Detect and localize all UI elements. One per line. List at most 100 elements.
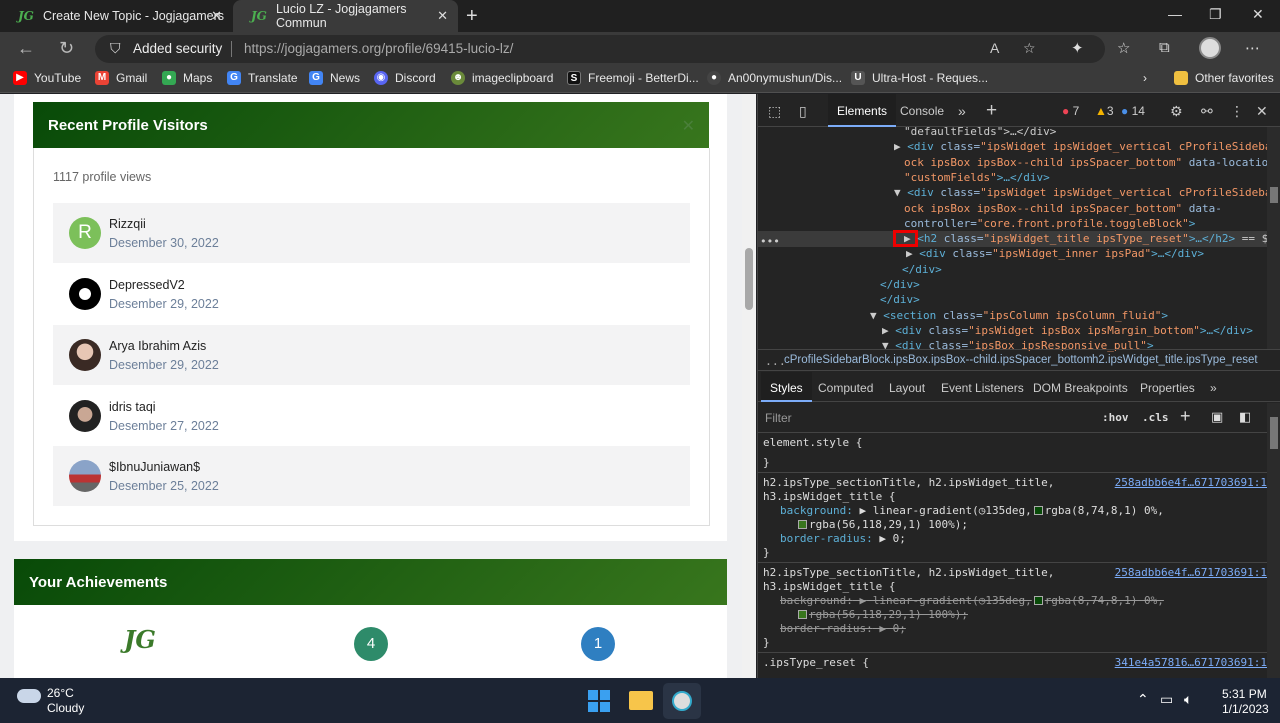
connection-icon[interactable]: ⚯ bbox=[1201, 103, 1213, 120]
avatar[interactable] bbox=[69, 278, 101, 310]
dom-node-line[interactable]: ▶ <div class="ipsWidget ipsWidget_vertic… bbox=[894, 139, 1280, 154]
close-icon[interactable]: ✕ bbox=[437, 8, 448, 24]
dom-node-line[interactable]: </div> bbox=[880, 292, 920, 307]
badge-count[interactable]: 4 bbox=[354, 627, 388, 661]
css-declaration-overridden[interactable]: background: ▶ linear-gradient(◷135deg, rg… bbox=[780, 594, 1164, 608]
refresh-icon[interactable]: ↻ bbox=[59, 38, 74, 59]
bookmark-freemoji[interactable]: S Freemoji - BetterDi... bbox=[567, 71, 699, 85]
stylesheet-link[interactable]: 341e4a57816…671703691:1 bbox=[1115, 656, 1267, 670]
close-icon[interactable]: ✕ bbox=[211, 8, 222, 24]
error-count-badge[interactable]: ● 7 bbox=[1062, 104, 1079, 118]
rule-selector[interactable]: h3.ipsWidget_title { bbox=[763, 490, 895, 504]
minimize-icon[interactable]: — bbox=[1168, 6, 1182, 22]
bookmark-ultra-host[interactable]: U Ultra-Host - Reques... bbox=[851, 71, 988, 85]
tab-styles[interactable]: Styles bbox=[761, 372, 812, 402]
dom-node-line[interactable]: ▶ <h2 class="ipsWidget_title ipsType_res… bbox=[904, 231, 1275, 246]
stylesheet-link[interactable]: 258adbb6e4f…671703691:1 bbox=[1115, 476, 1267, 490]
bookmark-imageclipboard[interactable]: ☻ imageclipboard bbox=[451, 71, 553, 85]
bookmark-gmail[interactable]: M Gmail bbox=[95, 71, 147, 85]
bookmark-maps[interactable]: ● Maps bbox=[162, 71, 212, 85]
widget-title-bar[interactable]: Recent Profile Visitors ✕ bbox=[33, 102, 709, 148]
dom-node-line[interactable]: </div> bbox=[880, 277, 920, 292]
list-item[interactable]: idris taqi Desember 27, 2022 bbox=[53, 386, 690, 446]
tab-console[interactable]: Console bbox=[900, 104, 944, 118]
rule-selector[interactable]: h2.ipsType_sectionTitle, h2.ipsWidget_ti… bbox=[763, 476, 1054, 490]
dom-node-line[interactable]: ock ipsBox ipsBox--child ipsSpacer_botto… bbox=[904, 155, 1280, 170]
clock-time[interactable]: 5:31 PM bbox=[1222, 687, 1267, 701]
breadcrumb-item-active[interactable]: h2.ipsWidget_title.ipsType_reset bbox=[1092, 354, 1258, 366]
dom-node-line[interactable]: controller="core.front.profile.toggleBlo… bbox=[904, 216, 1195, 231]
dom-node-line[interactable]: ▼ <section class="ipsColumn ipsColumn_fl… bbox=[870, 308, 1168, 323]
visitor-name[interactable]: idris taqi bbox=[109, 400, 156, 414]
avatar[interactable] bbox=[69, 460, 101, 492]
more-tabs-chevron-icon[interactable]: » bbox=[958, 103, 966, 119]
url-text[interactable]: https://jogjagamers.org/profile/69415-lu… bbox=[244, 41, 513, 56]
add-tab-plus-icon[interactable]: + bbox=[986, 100, 997, 122]
class-toggle[interactable]: .cls bbox=[1142, 411, 1169, 424]
toggle-sidebar-icon[interactable]: ◧ bbox=[1239, 409, 1251, 425]
breadcrumb-item[interactable]: cProfileSidebarBlock.ipsBox.ipsBox--chil… bbox=[784, 354, 1093, 366]
avatar[interactable] bbox=[69, 339, 101, 371]
visitor-name[interactable]: $IbnuJuniawan$ bbox=[109, 460, 200, 474]
weather-temperature[interactable]: 26°C bbox=[47, 686, 74, 700]
rule-selector[interactable]: .ipsType_reset { bbox=[763, 656, 869, 670]
dom-node-line[interactable]: ▶ <div class="ipsWidget_inner ipsPad">…<… bbox=[906, 246, 1204, 261]
visitor-name[interactable]: Arya Ibrahim Azis bbox=[109, 339, 206, 353]
css-declaration-background[interactable]: background: ▶ linear-gradient(◷135deg, rg… bbox=[780, 504, 1164, 518]
scrollbar-thumb[interactable] bbox=[745, 248, 753, 310]
tab-event-listeners[interactable]: Event Listeners bbox=[941, 381, 1024, 395]
hover-state-toggle[interactable]: :hov bbox=[1102, 411, 1129, 424]
issues-count-badge[interactable]: ● 14 bbox=[1121, 104, 1145, 118]
profile-avatar[interactable] bbox=[1199, 37, 1221, 59]
chevron-up-icon[interactable]: ⌃ bbox=[1137, 691, 1149, 708]
edge-taskbar-button[interactable] bbox=[663, 683, 701, 719]
styles-scrollbar[interactable] bbox=[1267, 403, 1280, 678]
cloud-icon[interactable] bbox=[17, 689, 41, 703]
avatar[interactable]: R bbox=[69, 217, 101, 249]
rendering-emulation-icon[interactable]: ▣ bbox=[1211, 409, 1223, 425]
gear-icon[interactable]: ⚙ bbox=[1170, 103, 1183, 120]
read-aloud-icon[interactable]: A bbox=[990, 40, 999, 56]
css-declaration-overridden[interactable]: border-radius: ▶ 0; bbox=[780, 622, 906, 636]
list-item[interactable]: Arya Ibrahim Azis Desember 29, 2022 bbox=[53, 325, 690, 385]
rule-selector[interactable]: h3.ipsWidget_title { bbox=[763, 580, 895, 594]
new-tab-plus-icon[interactable]: + bbox=[466, 5, 478, 28]
weather-description[interactable]: Cloudy bbox=[47, 701, 84, 715]
color-swatch[interactable] bbox=[798, 610, 807, 619]
close-icon[interactable]: ✕ bbox=[1256, 103, 1268, 120]
other-favorites[interactable]: Other favorites bbox=[1174, 71, 1274, 85]
rank-logo[interactable]: JG bbox=[124, 625, 156, 654]
dom-tree[interactable]: ••• "defaultFields">…</div> ▶ <div class=… bbox=[758, 124, 1280, 352]
dom-node-line[interactable]: "customFields">…</div> bbox=[904, 170, 1050, 185]
visitor-name[interactable]: Rizzqii bbox=[109, 217, 146, 231]
tab-elements[interactable]: Elements bbox=[828, 94, 897, 127]
more-options-icon[interactable]: ⋮ bbox=[1230, 103, 1244, 120]
dom-node-line[interactable]: ock ipsBox ipsBox--child ipsSpacer_botto… bbox=[904, 201, 1222, 216]
file-explorer-folder-icon[interactable] bbox=[629, 691, 653, 710]
list-item[interactable]: R Rizzqii Desember 30, 2022 bbox=[53, 203, 690, 263]
add-favorite-star-icon[interactable]: ☆ bbox=[1023, 40, 1036, 57]
tab-lucio-lz-profile[interactable]: JG Lucio LZ - Jogjagamers Commun ✕ bbox=[233, 0, 458, 32]
list-item[interactable]: $IbnuJuniawan$ Desember 25, 2022 bbox=[53, 446, 690, 506]
bookmark-news[interactable]: G News bbox=[309, 71, 360, 85]
windows-start-icon[interactable] bbox=[588, 690, 610, 712]
address-bar[interactable]: ⛉ Added security https://jogjagamers.org… bbox=[95, 35, 1105, 63]
stylesheet-link[interactable]: 258adbb6e4f…671703691:1 bbox=[1115, 566, 1267, 580]
restore-icon[interactable]: ❐ bbox=[1209, 6, 1222, 23]
reputation-count[interactable]: 1 bbox=[581, 627, 615, 661]
avatar[interactable] bbox=[69, 400, 101, 432]
dom-node-line[interactable]: "defaultFields">…</div> bbox=[904, 124, 1056, 139]
ellipsis-icon[interactable]: ••• bbox=[760, 234, 780, 249]
bookmark-github[interactable]: ● An00nymushun/Dis... bbox=[707, 71, 842, 85]
color-swatch[interactable] bbox=[798, 520, 807, 529]
bookmark-translate[interactable]: G Translate bbox=[227, 71, 298, 85]
scrollbar-thumb[interactable] bbox=[1270, 417, 1278, 449]
page-scrollbar[interactable] bbox=[742, 94, 756, 678]
favorites-icon[interactable]: ☆ bbox=[1117, 39, 1130, 57]
tab-layout[interactable]: Layout bbox=[889, 381, 925, 395]
dom-node-line[interactable]: ▶ <div class="ipsWidget ipsBox ipsMargin… bbox=[882, 323, 1253, 338]
breadcrumb-overflow[interactable]: ... bbox=[765, 354, 786, 368]
bookmark-discord[interactable]: ◉ Discord bbox=[374, 71, 436, 85]
element-style-selector[interactable]: element.style { bbox=[763, 436, 862, 450]
dom-scrollbar[interactable] bbox=[1267, 127, 1280, 349]
